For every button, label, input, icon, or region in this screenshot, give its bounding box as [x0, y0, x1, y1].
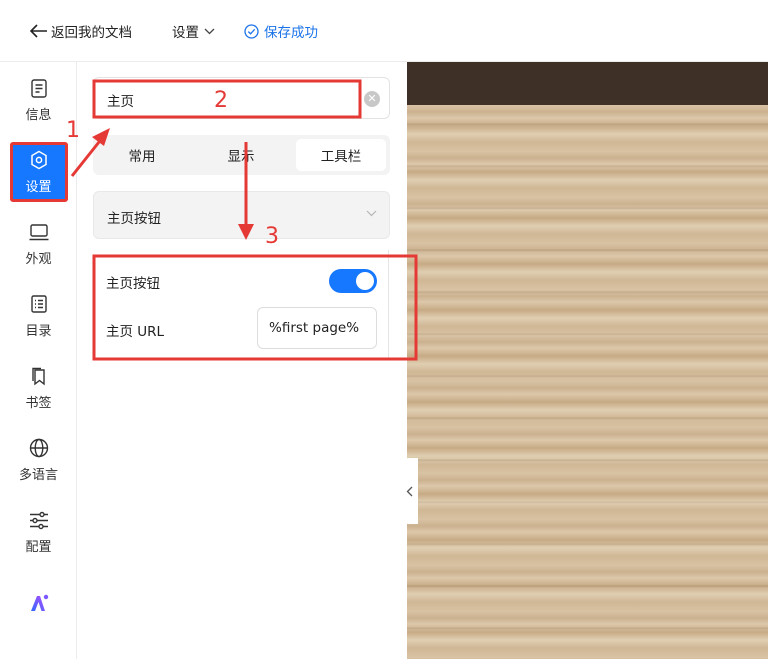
sidebar-item-label: 信息 [25, 108, 52, 123]
save-status-label: 保存成功 [264, 25, 318, 41]
home-button-group-header[interactable]: 主页按钮 [93, 191, 390, 239]
sliders-icon [29, 508, 49, 532]
group-title: 主页按钮 [107, 211, 161, 227]
home-button-label: 主页按钮 [106, 276, 160, 292]
sidebar-item-label: 多语言 [18, 468, 58, 483]
annotation-number-1: 1 [66, 118, 80, 143]
preview-top-strip [407, 62, 768, 105]
sidebar-item-label: 配置 [25, 540, 52, 555]
settings-dropdown[interactable]: 设置 [172, 21, 215, 41]
tab-toolbar[interactable]: 工具栏 [296, 139, 386, 171]
settings-tabs: 常用 显示 工具栏 [93, 135, 390, 175]
divider [388, 250, 389, 360]
sidebar-item-settings[interactable]: 设置 [0, 142, 77, 204]
sidebar-item-label: 目录 [25, 324, 52, 339]
sidebar: 信息 设置 外观 目录 书签 多语言 配置 [0, 62, 77, 659]
sidebar-item-config[interactable]: 配置 [0, 508, 77, 570]
back-to-docs-button[interactable]: 返回我的文档 [30, 21, 132, 41]
chevron-down-icon [366, 210, 377, 217]
hexagon-settings-icon [30, 148, 48, 172]
save-status: 保存成功 [244, 21, 318, 41]
sidebar-item-appearance[interactable]: 外观 [0, 220, 77, 282]
globe-icon [29, 436, 49, 460]
back-label: 返回我的文档 [51, 25, 132, 41]
check-circle-icon [244, 23, 259, 39]
document-preview [407, 62, 768, 659]
sidebar-item-label: 外观 [25, 252, 52, 267]
annotation-number-3: 3 [265, 224, 279, 249]
chevron-down-icon [204, 28, 215, 34]
collapse-panel-handle[interactable] [400, 458, 418, 524]
wood-background-image [407, 105, 768, 659]
list-icon [30, 292, 47, 316]
settings-panel: 主页 ✕ 常用 显示 工具栏 主页按钮 主页按钮 主页 URL %first p… [78, 62, 406, 659]
search-input-value: 主页 [107, 94, 134, 110]
search-input[interactable]: 主页 ✕ [93, 77, 390, 119]
clear-icon[interactable]: ✕ [364, 91, 380, 107]
sidebar-item-languages[interactable]: 多语言 [0, 436, 77, 498]
ai-logo-icon[interactable] [28, 592, 50, 614]
bookmark-icon [31, 364, 47, 388]
arrow-left-icon [30, 24, 47, 38]
sidebar-item-toc[interactable]: 目录 [0, 292, 77, 354]
sidebar-item-label: 书签 [25, 396, 52, 411]
tab-display[interactable]: 显示 [196, 139, 286, 171]
home-url-label: 主页 URL [106, 324, 165, 340]
tab-common[interactable]: 常用 [97, 139, 187, 171]
toggle-knob [356, 272, 374, 290]
settings-dropdown-label: 设置 [172, 25, 199, 41]
home-url-input[interactable]: %first page% [257, 307, 377, 349]
monitor-icon [29, 220, 49, 244]
annotation-number-2: 2 [214, 88, 228, 113]
info-doc-icon [30, 76, 47, 100]
sidebar-item-bookmarks[interactable]: 书签 [0, 364, 77, 426]
top-bar: 返回我的文档 设置 保存成功 [0, 0, 768, 62]
chevron-left-icon [406, 486, 412, 496]
home-button-toggle[interactable] [329, 269, 377, 293]
sidebar-item-label: 设置 [25, 180, 52, 195]
